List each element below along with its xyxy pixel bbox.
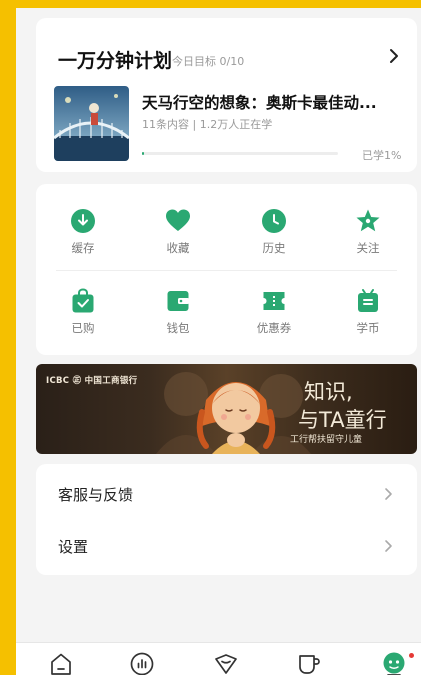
plan-title: 一万分钟计划 (58, 50, 173, 72)
course-cover-image[interactable] (54, 86, 129, 161)
grid-item-favorites[interactable]: 收藏 (138, 208, 218, 256)
coin-icon (358, 289, 378, 312)
grid-label-history: 历史 (262, 241, 286, 255)
banner-headline-1: 知识, (304, 380, 353, 404)
banner-headline-2: 与TA童行 (298, 408, 387, 432)
menu-item-label: 客服与反馈 (58, 486, 134, 504)
grid-item-history[interactable]: 历史 (234, 208, 314, 256)
grid-item-purchased[interactable]: 已购 (43, 288, 123, 336)
app-screen: 一万分钟计划 今日目标 0/10 天马行空的想象：奥斯卡最佳动... 11条内容… (16, 8, 421, 675)
grid-label-purchased: 已购 (71, 321, 95, 335)
menu-item-feedback[interactable]: 客服与反馈 (36, 470, 417, 518)
heart-icon (166, 209, 190, 231)
grid-item-wallet[interactable]: 钱包 (138, 288, 218, 336)
download-icon (71, 209, 95, 233)
coupon-icon (263, 292, 285, 310)
settings-list: 客服与反馈 设置 (36, 464, 417, 575)
icbc-logo: ICBC ㊣ 中国工商银行 (46, 376, 138, 386)
grid-item-coins[interactable]: 学币 (328, 288, 408, 336)
grid-item-coupons[interactable]: 优惠券 (234, 288, 314, 336)
promo-banner[interactable]: ICBC ㊣ 中国工商银行 知识, 与TA童行 工行帮扶留守儿童 (36, 364, 417, 454)
chevron-right-icon[interactable] (382, 44, 406, 68)
grid-label-following: 关注 (356, 241, 380, 255)
stats-icon[interactable] (129, 651, 155, 675)
daily-goal-text: 今日目标 0/10 (172, 55, 245, 68)
course-progress-bar (142, 152, 338, 155)
course-title[interactable]: 天马行空的想象：奥斯卡最佳动... (142, 91, 412, 113)
notification-dot (409, 653, 414, 658)
grid-label-coupons: 优惠券 (256, 321, 292, 335)
discover-icon[interactable] (213, 651, 239, 675)
course-progress-label: 已学1% (362, 149, 402, 162)
wallet-icon (167, 291, 189, 311)
clock-icon (262, 209, 286, 233)
grid-divider (56, 270, 397, 271)
grid-label-favorites: 收藏 (166, 241, 190, 255)
grid-item-cache[interactable]: 缓存 (43, 208, 123, 256)
menu-item-settings[interactable]: 设置 (36, 522, 417, 570)
course-meta: 11条内容 | 1.2万人正在学 (142, 118, 273, 131)
grid-label-wallet: 钱包 (166, 321, 190, 335)
chevron-right-icon (385, 540, 392, 552)
menu-item-label: 设置 (58, 538, 89, 556)
shopping-bag-icon (72, 288, 94, 313)
cup-icon[interactable] (296, 651, 322, 675)
course-progress-fill (142, 152, 144, 155)
chevron-right-icon (385, 488, 392, 500)
banner-subtitle: 工行帮扶留守儿童 (290, 435, 363, 445)
grid-label-cache: 缓存 (71, 241, 95, 255)
grid-label-coins: 学币 (356, 321, 380, 335)
study-plan-card[interactable]: 一万分钟计划 今日目标 0/10 天马行空的想象：奥斯卡最佳动... 11条内容… (36, 18, 417, 172)
bottom-tab-bar (16, 642, 421, 675)
grid-item-following[interactable]: 关注 (328, 208, 408, 256)
feature-grid: 缓存 收藏 历史 关注 已购 钱包 优惠券 学币 (36, 184, 417, 355)
profile-icon[interactable] (381, 651, 407, 675)
home-icon[interactable] (48, 651, 74, 675)
star-icon (356, 209, 380, 232)
